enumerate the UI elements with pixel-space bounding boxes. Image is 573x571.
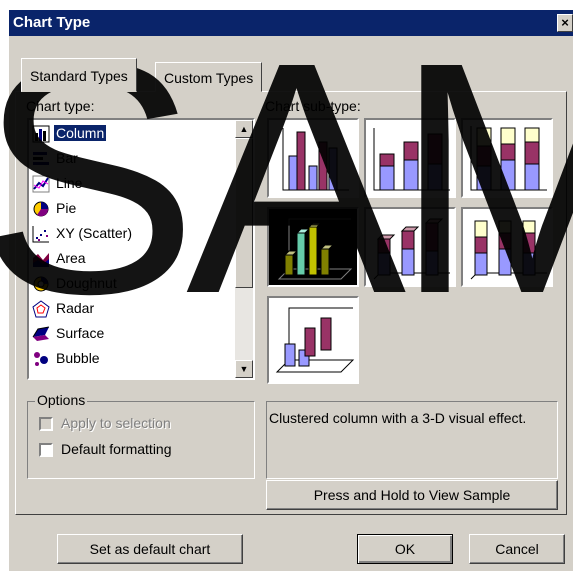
list-item-label: Radar bbox=[56, 300, 95, 317]
chart-subtype-label: Chart sub-type: bbox=[265, 98, 361, 114]
tab-custom-types[interactable]: Custom Types bbox=[155, 62, 263, 92]
set-default-chart-button[interactable]: Set as default chart bbox=[57, 534, 243, 564]
arrow-down-icon: ▼ bbox=[239, 364, 249, 374]
subtype-description: Clustered column with a 3-D visual effec… bbox=[269, 410, 527, 426]
subtype-stacked-column-3d[interactable] bbox=[364, 207, 456, 287]
subtype-clustered-column[interactable] bbox=[267, 118, 359, 198]
tab-label: Standard Types bbox=[30, 68, 128, 84]
ok-label: OK bbox=[394, 541, 416, 557]
window-title: Chart Type bbox=[13, 14, 91, 31]
column-chart-icon bbox=[32, 125, 50, 143]
scroll-thumb[interactable] bbox=[235, 138, 253, 288]
list-item-doughnut[interactable]: Doughnut bbox=[29, 270, 229, 295]
chart-type-list[interactable]: Column Bar Line Pie XY (Scatter) Area Do… bbox=[27, 118, 255, 380]
list-item-radar[interactable]: Radar bbox=[29, 295, 229, 320]
column-3d-icon bbox=[275, 307, 355, 373]
list-item-surface[interactable]: Surface bbox=[29, 320, 229, 345]
subtype-100-stacked-column-3d[interactable] bbox=[461, 207, 553, 287]
apply-to-selection-checkbox[interactable] bbox=[39, 417, 53, 431]
list-item-area[interactable]: Area bbox=[29, 245, 229, 270]
close-icon: × bbox=[561, 15, 569, 30]
chart-type-dialog: Chart Type × Standard Types Custom Types… bbox=[9, 10, 573, 571]
line-chart-icon bbox=[32, 175, 50, 193]
list-item-label: Bar bbox=[56, 150, 78, 167]
stacked-column-icon bbox=[373, 128, 450, 191]
list-item-label: Pie bbox=[56, 200, 77, 217]
subtype-3d-column[interactable] bbox=[267, 296, 359, 384]
title-bar: Chart Type × bbox=[9, 10, 573, 36]
default-formatting-label: Default formatting bbox=[61, 441, 172, 457]
scroll-down-button[interactable]: ▼ bbox=[235, 360, 253, 378]
clustered-column-icon bbox=[282, 128, 349, 191]
percent-stacked-column-icon bbox=[470, 126, 547, 191]
tab-standard-types[interactable]: Standard Types bbox=[21, 58, 137, 92]
set-default-label: Set as default chart bbox=[89, 541, 211, 557]
list-item-bar[interactable]: Bar bbox=[29, 145, 229, 170]
percent-stacked-column-3d-icon bbox=[470, 220, 547, 280]
list-item-xy-scatter[interactable]: XY (Scatter) bbox=[29, 220, 229, 245]
cancel-label: Cancel bbox=[495, 541, 539, 557]
surface-chart-icon bbox=[32, 325, 50, 343]
arrow-up-icon: ▲ bbox=[239, 124, 249, 134]
chart-type-label: Chart type: bbox=[26, 98, 95, 114]
list-item-label: Doughnut bbox=[56, 275, 117, 292]
tab-label: Custom Types bbox=[164, 70, 254, 86]
subtype-100-stacked-column[interactable] bbox=[461, 118, 553, 198]
list-item-label: Area bbox=[56, 250, 86, 267]
list-item-label: Column bbox=[54, 125, 107, 142]
doughnut-chart-icon bbox=[32, 275, 50, 293]
list-item-label: Line bbox=[56, 175, 83, 192]
close-button[interactable]: × bbox=[557, 14, 573, 32]
list-item-pie[interactable]: Pie bbox=[29, 195, 229, 220]
list-item-bubble[interactable]: Bubble bbox=[29, 345, 229, 370]
bubble-chart-icon bbox=[32, 350, 50, 368]
ok-button[interactable]: OK bbox=[357, 534, 453, 564]
list-item-line[interactable]: Line bbox=[29, 170, 229, 195]
stacked-column-3d-icon bbox=[373, 218, 450, 280]
description-box: Clustered column with a 3-D visual effec… bbox=[266, 401, 558, 479]
cancel-button[interactable]: Cancel bbox=[469, 534, 565, 564]
subtype-clustered-column-3d[interactable] bbox=[267, 207, 359, 287]
apply-to-selection-label: Apply to selection bbox=[61, 415, 171, 431]
area-chart-icon bbox=[32, 250, 50, 268]
view-sample-label: Press and Hold to View Sample bbox=[313, 487, 511, 503]
options-title: Options bbox=[35, 392, 88, 408]
scatter-chart-icon bbox=[32, 225, 50, 243]
clustered-column-3d-icon bbox=[277, 218, 353, 280]
bar-chart-icon bbox=[32, 150, 50, 168]
list-item-label: Bubble bbox=[56, 350, 100, 367]
options-group bbox=[27, 401, 255, 479]
scroll-up-button[interactable]: ▲ bbox=[235, 120, 253, 138]
list-item-label: Surface bbox=[56, 325, 105, 342]
list-item-label: XY (Scatter) bbox=[56, 225, 132, 242]
radar-chart-icon bbox=[32, 299, 50, 318]
default-formatting-checkbox[interactable] bbox=[39, 443, 53, 457]
vertical-scrollbar[interactable]: ▲ ▼ bbox=[235, 120, 253, 378]
pie-chart-icon bbox=[32, 200, 50, 218]
subtype-stacked-column[interactable] bbox=[364, 118, 456, 198]
list-item-column[interactable]: Column bbox=[29, 120, 229, 145]
view-sample-button[interactable]: Press and Hold to View Sample bbox=[266, 480, 558, 510]
